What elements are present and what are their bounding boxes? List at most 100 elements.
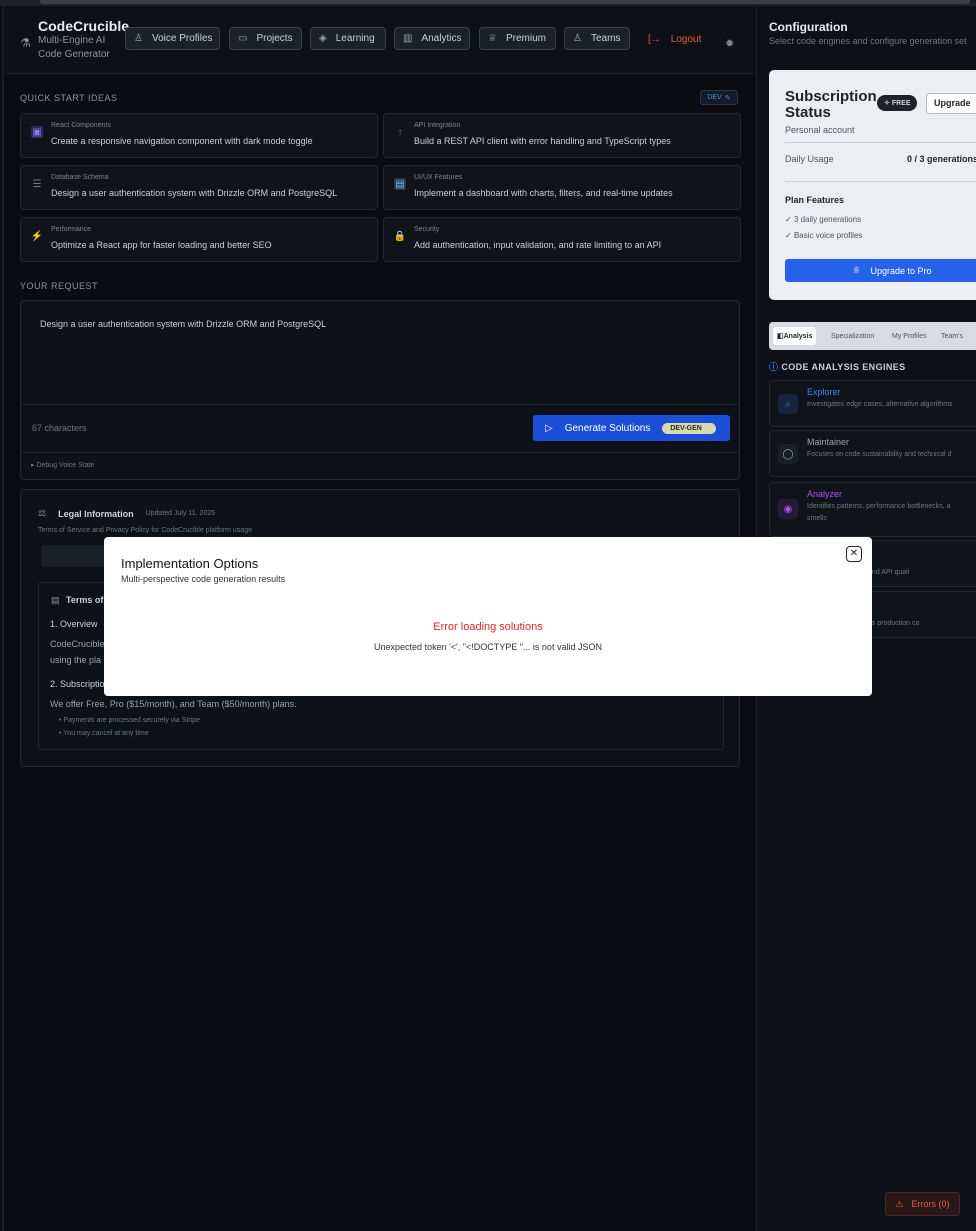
idea-card-security[interactable]: 🔒 Security Add authentication, input val… [383, 217, 741, 262]
idea-text: Create a responsive navigation component… [51, 136, 313, 146]
idea-category: React Components [51, 122, 111, 129]
idea-card-database-schema[interactable]: ☰ Database Schema Design a user authenti… [20, 165, 378, 210]
bar-chart-icon: ▥ [403, 33, 413, 44]
nav-label: Voice Profiles [151, 33, 213, 44]
subscription-text: We offer Free, Pro ($15/month), and Team… [50, 699, 297, 709]
engines-title-label: CODE ANALYSIS ENGINES [781, 362, 906, 372]
divider [21, 404, 739, 405]
daily-usage-value: 0 / 3 generations [907, 154, 976, 164]
plan-features-title: Plan Features [785, 195, 845, 205]
bullet-text: Payments are processed securely via Stri… [63, 717, 200, 724]
component-icon: ▣ [31, 126, 43, 138]
dev-badge[interactable]: DEV ✎ [700, 90, 738, 105]
upgrade-button-small[interactable]: Upgrade [926, 93, 976, 114]
nav-voice-profiles-button[interactable]: ♙ Voice Profiles [125, 27, 220, 50]
engine-desc: Identifies patterns, performance bottlen… [807, 503, 951, 510]
tab-specialization[interactable]: Specialization [827, 327, 878, 345]
feature-text: 3 daily generations [793, 215, 862, 224]
play-icon: ▷ [545, 422, 553, 434]
engine-card-analyzer[interactable]: ◉ Analyzer Identifies patterns, performa… [769, 482, 976, 537]
idea-card-api-integration[interactable]: ↑ API Integration Build a REST API clien… [383, 113, 741, 158]
engine-card-explorer[interactable]: ⌕ Explorer Investigates edge cases, alte… [769, 380, 976, 427]
close-icon[interactable]: ✕ [846, 546, 862, 562]
scrollbar-horizontal[interactable] [40, 0, 970, 4]
upgrade-pro-label: Upgrade to Pro [870, 265, 932, 276]
database-icon: ☰ [32, 178, 42, 190]
engine-name: Analyzer [807, 489, 843, 499]
info-icon: ⓘ [769, 362, 782, 372]
idea-card-react-components[interactable]: ▣ React Components Create a responsive n… [20, 113, 378, 158]
idea-text: Implement a dashboard with charts, filte… [414, 188, 673, 198]
nav-label: Projects [256, 33, 293, 44]
lightning-icon: ⚡ [30, 230, 44, 242]
left-border [2, 6, 4, 1231]
request-textarea[interactable]: Design a user authentication system with… [40, 319, 326, 329]
tab-label: My Profiles [892, 332, 927, 340]
subscription-heading: 2. Subscriptio [50, 679, 105, 689]
idea-card-performance[interactable]: ⚡ Performance Optimize a React app for f… [20, 217, 378, 262]
folder-icon: ▭ [238, 33, 248, 44]
lock-icon: 🔒 [393, 230, 407, 242]
nav-learning-button[interactable]: ◈ Learning [310, 27, 386, 50]
nav-premium-button[interactable]: ♕ Premium [479, 27, 556, 50]
errors-button[interactable]: ⚠ Errors (0) [885, 1192, 960, 1216]
users-icon: ♙ [573, 33, 582, 44]
generate-solutions-button[interactable]: ▷ Generate Solutions DEV-GEN [533, 415, 730, 441]
nav-projects-button[interactable]: ▭ Projects [229, 27, 302, 50]
document-icon: ▤ [51, 595, 60, 605]
divider [785, 142, 976, 143]
generate-label: Generate Solutions [564, 422, 651, 434]
tab-label: Specialization [831, 332, 875, 340]
tab-analysis[interactable]: ◧ Analysis [773, 327, 817, 345]
search-icon: ⌕ [778, 394, 798, 414]
brand[interactable]: CodeCrucible Multi-Engine AI Code Genera… [38, 18, 129, 62]
brain-icon: ◧ [777, 333, 784, 340]
tab-teams[interactable]: Team's [937, 327, 967, 345]
idea-text: Design a user authentication system with… [51, 188, 338, 198]
sparkle-icon: ✧ [884, 100, 892, 107]
request-panel: Design a user authentication system with… [20, 300, 740, 480]
idea-card-ui-ux-features[interactable]: ▤ UI/UX Features Implement a dashboard w… [383, 165, 741, 210]
sidebar-title: Configuration [769, 20, 848, 34]
settings-gear-icon[interactable]: ✹ [725, 37, 734, 50]
eye-icon: ◉ [778, 499, 798, 519]
check-icon: ✓ [785, 231, 794, 240]
idea-text: Build a REST API client with error handl… [414, 136, 671, 146]
sidebar-tabs: ◧ Analysis Specialization My Profiles Te… [769, 322, 976, 350]
tab-my-profiles[interactable]: My Profiles [888, 327, 931, 345]
legal-subtitle: Terms of Service and Privacy Policy for … [38, 527, 252, 534]
your-request-title: YOUR REQUEST [20, 281, 99, 291]
nav-analytics-button[interactable]: ▥ Analytics [394, 27, 470, 50]
quick-start-title: QUICK START IDEAS [20, 93, 118, 103]
graduation-cap-icon: ◈ [319, 33, 327, 44]
engine-card-maintainer[interactable]: ◯ Maintainer Focuses on code sustainabil… [769, 430, 976, 477]
code-analysis-engines-title: ⓘ CODE ANALYSIS ENGINES [769, 360, 906, 373]
nav-label: Teams [590, 33, 621, 44]
implementation-options-modal: Implementation Options Multi-perspective… [104, 537, 872, 696]
free-badge: ✧ FREE [877, 95, 918, 111]
logout-icon: [→ [648, 34, 661, 45]
subscription-title: Subscription Status [785, 88, 877, 121]
nav-label: Premium [505, 33, 546, 44]
logo-icon: ⚗ [20, 36, 31, 50]
upgrade-to-pro-button[interactable]: ♕ Upgrade to Pro [785, 259, 976, 282]
wrench-icon: ✎ [724, 94, 731, 102]
engine-desc: smells [807, 515, 827, 522]
legal-updated: Updated July 11, 2025 [145, 510, 216, 517]
nav-label: Learning [335, 33, 375, 44]
character-count: 67 characters [32, 423, 87, 433]
bullet-text: You may cancel at any time [63, 730, 149, 737]
feature-text: Basic voice profiles [793, 231, 863, 240]
engine-name: Maintainer [807, 437, 850, 447]
divider [785, 181, 976, 182]
debug-voice-state-toggle[interactable]: ▸ Debug Voice State [31, 461, 94, 469]
legal-title: Legal Information [58, 508, 134, 519]
chart-icon: ▤ [394, 178, 406, 190]
nav-label: Analytics [421, 33, 462, 44]
overview-heading: 1. Overview [50, 619, 98, 629]
debug-label: Debug Voice State [36, 462, 95, 469]
engine-name: Explorer [807, 387, 841, 397]
check-icon: ✓ [785, 215, 794, 224]
nav-teams-button[interactable]: ♙ Teams [564, 27, 630, 50]
logout-button[interactable]: [→ Logout [648, 34, 701, 45]
